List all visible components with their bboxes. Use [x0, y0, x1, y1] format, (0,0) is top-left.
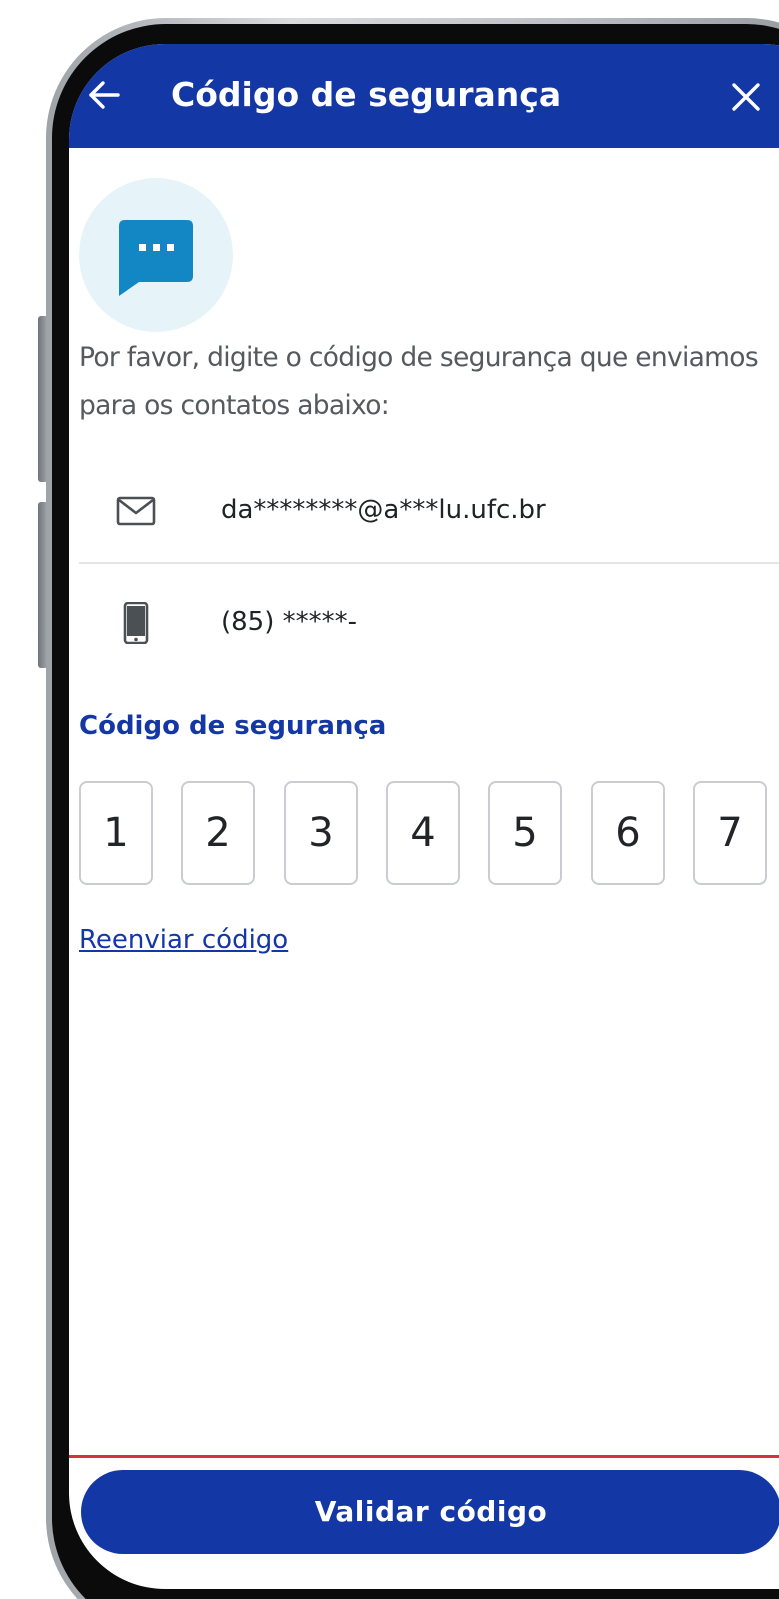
- security-code-label: Código de segurança: [79, 711, 387, 741]
- arrow-left-icon[interactable]: [87, 78, 121, 112]
- app-header: Código de segurança: [69, 44, 779, 148]
- chat-bubble-icon: [119, 220, 193, 296]
- contact-email-value: da********@a***lu.ufc.br: [221, 495, 546, 525]
- phone-mockup: Código de segurança Por favor, digite o …: [0, 0, 779, 1599]
- app-screen: Código de segurança Por favor, digite o …: [69, 44, 779, 1589]
- contact-divider: [79, 562, 779, 564]
- instruction-text: Por favor, digite o código de segurança …: [79, 342, 759, 421]
- code-digit-input[interactable]: 7: [693, 781, 767, 885]
- code-digit-input[interactable]: 5: [488, 781, 562, 885]
- contact-phone-value: (85) *****-: [221, 607, 358, 637]
- chat-icon-badge: [79, 178, 233, 332]
- footer-accent-line: [69, 1455, 779, 1458]
- resend-code-link[interactable]: Reenviar código: [79, 918, 288, 962]
- code-digit-input[interactable]: 1: [79, 781, 153, 885]
- page-title: Código de segurança: [171, 75, 562, 114]
- smartphone-icon: [123, 602, 149, 644]
- code-digit-input[interactable]: 4: [386, 781, 460, 885]
- validate-code-button[interactable]: Validar código: [81, 1470, 779, 1554]
- close-icon[interactable]: [731, 82, 761, 112]
- contact-phone-row: (85) *****-: [79, 576, 779, 666]
- code-digit-input[interactable]: 3: [284, 781, 358, 885]
- envelope-icon: [116, 496, 156, 526]
- code-digit-input[interactable]: 6: [591, 781, 665, 885]
- code-digit-input[interactable]: 2: [181, 781, 255, 885]
- contact-email-row: da********@a***lu.ufc.br: [79, 464, 779, 554]
